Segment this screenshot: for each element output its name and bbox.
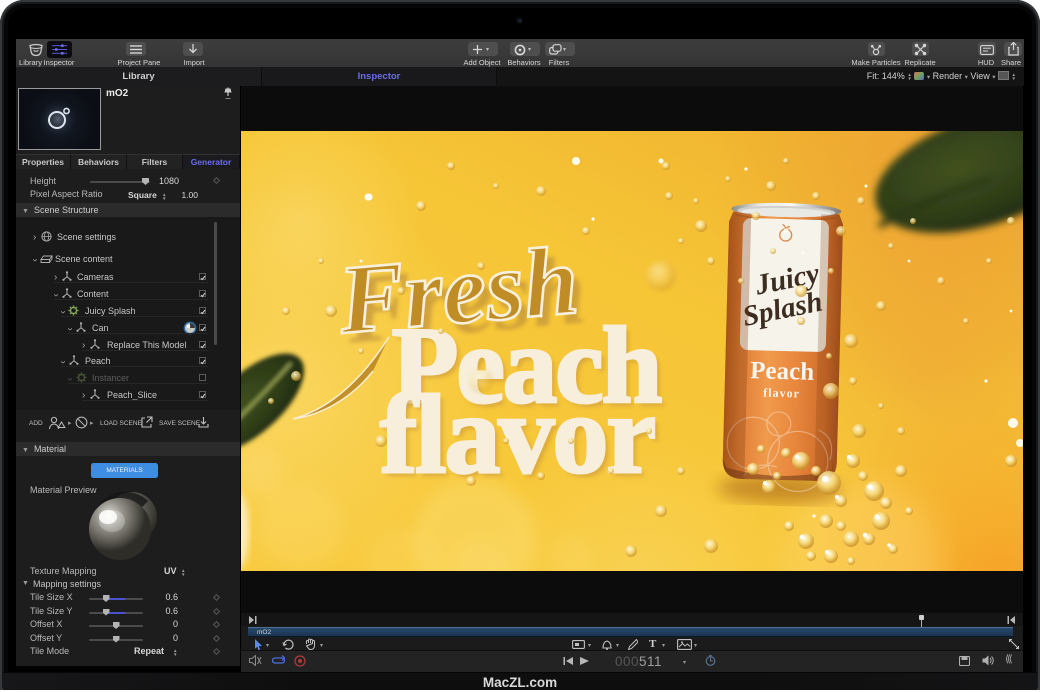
svg-text:Peach: Peach [750, 357, 815, 386]
svg-text:flavor: flavor [380, 373, 654, 497]
svg-text:flavor: flavor [763, 386, 800, 401]
